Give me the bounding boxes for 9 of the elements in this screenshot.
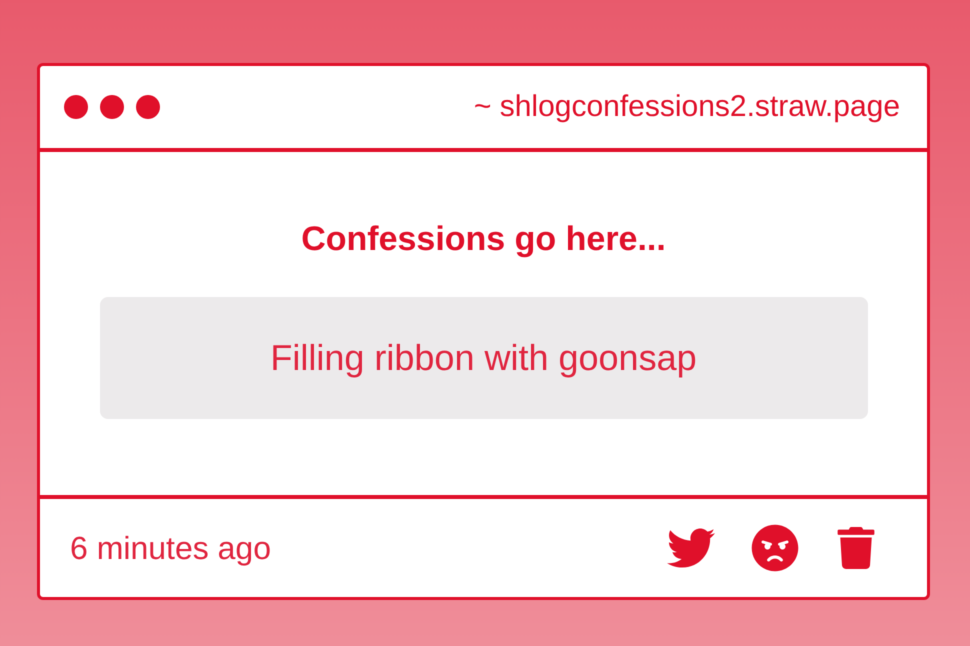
trash-icon[interactable] xyxy=(835,527,877,569)
window-dot-icon xyxy=(100,95,124,119)
window-dot-icon xyxy=(136,95,160,119)
confession-message: Filling ribbon with goonsap xyxy=(100,297,868,419)
angry-face-icon[interactable] xyxy=(751,524,799,572)
page-address: ~ shlogconfessions2.straw.page xyxy=(474,90,900,124)
timestamp: 6 minutes ago xyxy=(70,530,272,566)
card-title: Confessions go here... xyxy=(301,220,666,259)
window-dot-icon xyxy=(64,95,88,119)
